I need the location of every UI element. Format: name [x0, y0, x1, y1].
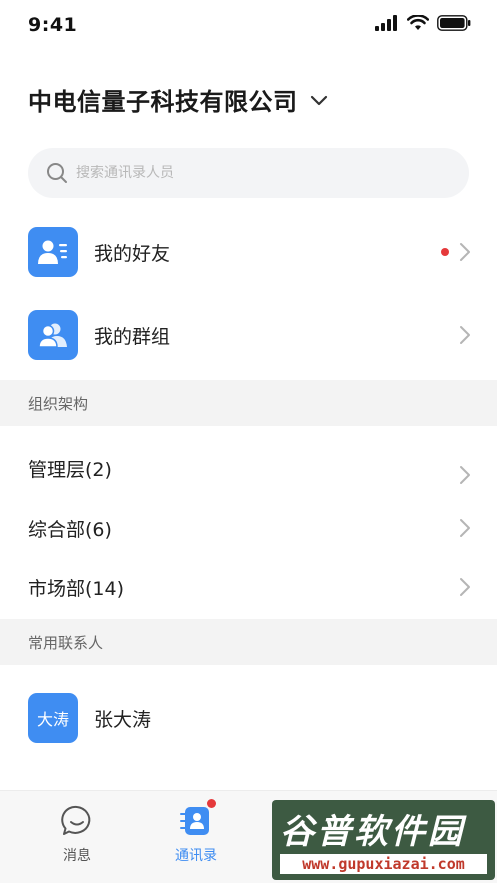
department-label: 综合部(6) [28, 518, 112, 541]
search-icon [47, 163, 67, 183]
chevron-right-icon [460, 243, 470, 261]
watermark: 谷普软件园 www.gupuxiazai.com [272, 800, 495, 880]
department-item[interactable]: 综合部(6) [0, 506, 497, 550]
contacts-tab-badge [207, 799, 216, 808]
company-switcher[interactable]: 中电信量子科技有限公司 [28, 82, 328, 117]
watermark-url: www.gupuxiazai.com [280, 854, 487, 874]
chevron-right-icon [460, 326, 470, 344]
department-label: 管理层(2) [28, 458, 112, 481]
org-section-title: 组织架构 [28, 394, 89, 413]
my-friends-item[interactable]: 我的好友 [0, 226, 497, 278]
contact-avatar: 大涛 [28, 693, 78, 743]
signal-icon [375, 15, 397, 31]
contacts-section-title: 常用联系人 [28, 633, 104, 652]
friends-icon [28, 227, 78, 277]
chevron-down-icon [310, 95, 327, 105]
contacts-icon [180, 807, 209, 835]
chevron-right-icon [460, 466, 470, 484]
chevron-right-icon [460, 578, 470, 596]
status-bar: 9:41 [0, 0, 497, 52]
contact-avatar-text: 大涛 [36, 710, 69, 729]
friends-badge [441, 248, 449, 256]
search-box[interactable] [28, 148, 469, 198]
contact-name: 张大涛 [94, 708, 152, 731]
groups-icon [28, 310, 78, 360]
watermark-title: 谷普软件园 [280, 812, 465, 852]
contact-item[interactable]: 大涛 张大涛 [0, 692, 497, 744]
my-groups-item[interactable]: 我的群组 [0, 309, 497, 361]
my-groups-label: 我的群组 [94, 325, 171, 348]
tab-contacts-label: 通讯录 [175, 848, 217, 864]
department-item[interactable]: 市场部(14) [0, 565, 497, 609]
chevron-right-icon [460, 519, 470, 537]
tab-contacts[interactable]: 通讯录 [151, 799, 241, 865]
tab-messages[interactable]: 消息 [32, 803, 122, 865]
status-icons [375, 15, 471, 31]
wifi-icon [407, 15, 429, 30]
status-time: 9:41 [28, 14, 78, 36]
my-friends-label: 我的好友 [94, 242, 171, 265]
contacts-section-header: 常用联系人 [0, 619, 497, 665]
search-input[interactable] [76, 165, 436, 181]
department-item[interactable]: 管理层(2) [0, 446, 497, 490]
battery-icon [437, 15, 471, 31]
department-label: 市场部(14) [28, 577, 125, 600]
chat-bubble-icon [61, 805, 91, 835]
company-name: 中电信量子科技有限公司 [28, 88, 298, 116]
tab-messages-label: 消息 [63, 848, 91, 864]
org-section-header: 组织架构 [0, 380, 497, 426]
